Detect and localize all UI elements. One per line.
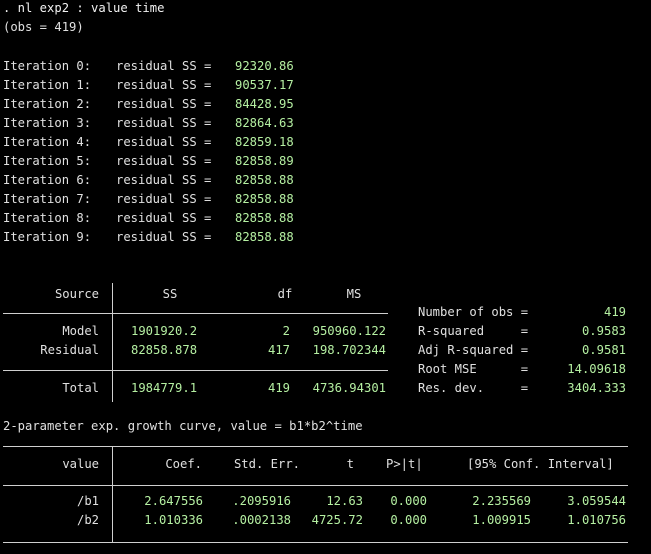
coef-row-ci-high: 1.010756 [567, 513, 626, 527]
stat-value: 3404.333 [567, 381, 626, 395]
residual-ss-value: 82858.88 [235, 173, 294, 187]
coef-header-coef: Coef. [165, 457, 202, 471]
iteration-label: Iteration 4: [3, 135, 92, 149]
residual-ss-value: 82858.88 [235, 192, 294, 206]
residual-ss-value: 82859.18 [235, 135, 294, 149]
anova-header-source: Source [54, 287, 99, 301]
anova-header-ss: SS [162, 287, 178, 301]
iteration-label: Iteration 9: [3, 230, 92, 244]
coef-row-se: .2095916 [232, 494, 291, 508]
anova-row-ss: 1984779.1 [131, 381, 198, 395]
anova-row-ms: 950960.122 [312, 324, 386, 338]
anova-row-ss: 82858.878 [131, 343, 198, 357]
coef-header-rule [3, 485, 628, 486]
anova-row-ss: 1901920.2 [131, 324, 198, 338]
iteration-label: Iteration 6: [3, 173, 92, 187]
residual-ss-value: 82858.88 [235, 211, 294, 225]
coef-row-ci-low: 1.009915 [472, 513, 531, 527]
anova-total-rule [3, 370, 388, 371]
anova-row-label: Model [62, 324, 99, 338]
anova-row-df: 417 [267, 343, 290, 357]
coef-row-p: 0.000 [390, 513, 427, 527]
residual-ss-label: residual SS = [116, 116, 212, 130]
residual-ss-label: residual SS = [116, 192, 212, 206]
stat-value: 14.09618 [567, 362, 626, 376]
coef-header-var: value [62, 457, 99, 471]
stat-value: 419 [603, 305, 626, 319]
iteration-label: Iteration 8: [3, 211, 92, 225]
residual-ss-label: residual SS = [116, 97, 212, 111]
residual-ss-label: residual SS = [116, 154, 212, 168]
coef-row-label: /b1 [76, 494, 99, 508]
residual-ss-label: residual SS = [116, 135, 212, 149]
coef-header-t: t [346, 457, 354, 471]
coef-top-rule [3, 446, 628, 447]
stat-label: Adj R-squared = [418, 343, 529, 357]
coef-vertical-rule [112, 447, 113, 543]
anova-row-df: 2 [282, 324, 290, 338]
coef-row-p: 0.000 [390, 494, 427, 508]
coef-row-coef: 1.010336 [144, 513, 203, 527]
stat-label: Number of obs = [418, 305, 529, 319]
coef-header-se: Std. Err. [233, 457, 300, 471]
coef-header-p: P>|t| [386, 457, 423, 471]
residual-ss-value: 82858.88 [235, 230, 294, 244]
residual-ss-label: residual SS = [116, 173, 212, 187]
model-description: 2-parameter exp. growth curve, value = b… [3, 419, 363, 433]
stat-label: Res. dev. = [418, 381, 529, 395]
anova-row-ms: 198.702344 [312, 343, 386, 357]
anova-header-ms: MS [346, 287, 362, 301]
iteration-label: Iteration 0: [3, 59, 92, 73]
residual-ss-value: 90537.17 [235, 78, 294, 92]
residual-ss-value: 82864.63 [235, 116, 294, 130]
coef-row-ci-low: 2.235569 [472, 494, 531, 508]
stat-value: 0.9583 [581, 324, 626, 338]
coef-row-t: 12.63 [326, 494, 363, 508]
anova-row-ms: 4736.94301 [312, 381, 386, 395]
coef-bottom-rule [3, 542, 628, 543]
anova-vertical-rule [112, 283, 113, 402]
residual-ss-label: residual SS = [116, 59, 212, 73]
iteration-label: Iteration 7: [3, 192, 92, 206]
coef-header-ci: [95% Conf. Interval] [467, 457, 614, 471]
anova-header-rule [3, 313, 388, 314]
iteration-label: Iteration 5: [3, 154, 92, 168]
residual-ss-value: 82858.89 [235, 154, 294, 168]
anova-row-label: Total [62, 381, 99, 395]
stat-label: Root MSE = [418, 362, 529, 376]
coef-row-coef: 2.647556 [144, 494, 203, 508]
anova-row-df: 419 [267, 381, 290, 395]
iteration-label: Iteration 2: [3, 97, 92, 111]
stat-label: R-squared = [418, 324, 529, 338]
anova-header-df: df [277, 287, 293, 301]
residual-ss-value: 92320.86 [235, 59, 294, 73]
iteration-label: Iteration 1: [3, 78, 92, 92]
command-line: . nl exp2 : value time [3, 1, 165, 15]
residual-ss-label: residual SS = [116, 211, 212, 225]
coef-row-t: 4725.72 [311, 513, 363, 527]
coef-row-ci-high: 3.059544 [567, 494, 626, 508]
residual-ss-label: residual SS = [116, 230, 212, 244]
anova-row-label: Residual [40, 343, 99, 357]
residual-ss-label: residual SS = [116, 78, 212, 92]
residual-ss-value: 84428.95 [235, 97, 294, 111]
obs-line: (obs = 419) [3, 20, 84, 34]
stat-value: 0.9581 [581, 343, 626, 357]
iteration-label: Iteration 3: [3, 116, 92, 130]
coef-row-label: /b2 [76, 513, 99, 527]
coef-row-se: .0002138 [232, 513, 291, 527]
